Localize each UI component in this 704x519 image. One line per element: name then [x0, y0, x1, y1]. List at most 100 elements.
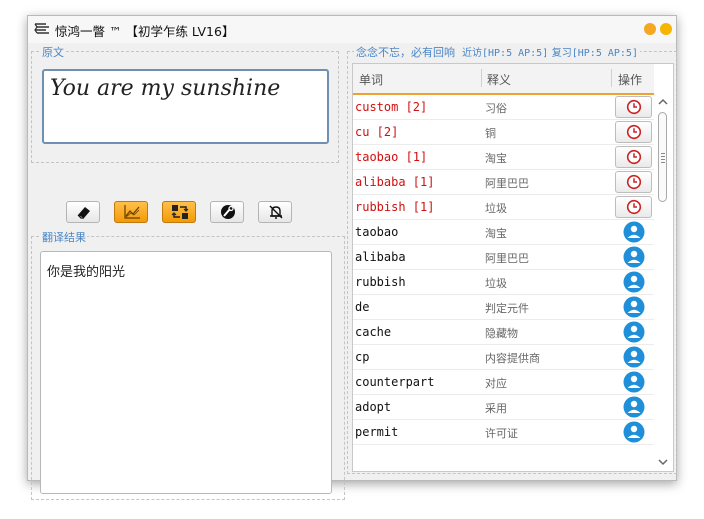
review-clock-button[interactable]: [615, 96, 652, 118]
clear-button[interactable]: [66, 201, 100, 223]
meaning-cell: 阿里巴巴: [485, 177, 529, 190]
clock-icon: [626, 174, 642, 190]
vertical-scrollbar[interactable]: [654, 95, 672, 471]
header-action[interactable]: 操作: [618, 71, 642, 88]
clock-icon: [626, 124, 642, 140]
scrollbar-thumb[interactable]: [658, 112, 667, 202]
window-title: 惊鸿一瞥 ™ 【初学乍练 LV16】: [55, 24, 235, 39]
table-row[interactable]: taobao [1] 淘宝: [353, 145, 654, 170]
wrench-icon: [221, 205, 235, 219]
review-clock-button[interactable]: [615, 121, 652, 143]
scroll-up-icon[interactable]: [657, 97, 669, 107]
left-pane: 原文 You are my sunshine 翻译结果 你是我的阳光: [28, 43, 345, 500]
wrench-button[interactable]: [210, 201, 244, 223]
scrollbar-grip: [661, 153, 665, 165]
user-icon[interactable]: [623, 421, 645, 443]
clock-icon: [626, 149, 642, 165]
word-cell: rubbish: [355, 275, 406, 289]
user-icon[interactable]: [623, 321, 645, 343]
translation-output[interactable]: 你是我的阳光: [40, 251, 332, 494]
source-group: 原文 You are my sunshine: [31, 44, 339, 163]
table-row[interactable]: cu [2] 铜: [353, 120, 654, 145]
result-label: 翻译结果: [41, 229, 87, 245]
clock-icon: [626, 199, 642, 215]
meaning-cell: 隐藏物: [485, 327, 518, 340]
table-row[interactable]: counterpart 对应: [353, 370, 654, 395]
app-window: 惊鸿一瞥 ™ 【初学乍练 LV16】 原文 You are my sunshin…: [27, 15, 677, 500]
user-icon[interactable]: [623, 246, 645, 268]
mute-button[interactable]: [258, 201, 292, 223]
motto-text: 念念不忘，必有回响: [356, 46, 455, 59]
word-cell: alibaba [1]: [355, 175, 435, 189]
table-row[interactable]: cache 隐藏物: [353, 320, 654, 345]
shuffle-button[interactable]: [162, 201, 196, 223]
table-row[interactable]: alibaba [1] 阿里巴巴: [353, 170, 654, 195]
chart-icon: [124, 205, 140, 219]
user-icon[interactable]: [623, 271, 645, 293]
table-row[interactable]: taobao 淘宝: [353, 220, 654, 245]
minimize-button[interactable]: [644, 23, 656, 35]
word-cell: cache: [355, 325, 392, 339]
clock-icon: [626, 99, 642, 115]
meaning-cell: 内容提供商: [485, 352, 540, 365]
table-row[interactable]: alibaba 阿里巴巴: [353, 245, 654, 270]
meaning-cell: 淘宝: [485, 152, 507, 165]
word-table: 单词 释义 操作 custom [2] 习俗 cu [2] 铜 taobao [1] 淘宝…: [352, 63, 674, 472]
scroll-down-icon[interactable]: [657, 457, 669, 467]
meaning-cell: 对应: [485, 377, 507, 390]
review-clock-button[interactable]: [615, 171, 652, 193]
meaning-cell: 铜: [485, 127, 496, 140]
word-cell: rubbish [1]: [355, 200, 435, 214]
word-cell: counterpart: [355, 375, 435, 389]
table-row[interactable]: adopt 采用: [353, 395, 654, 420]
meaning-cell: 习俗: [485, 102, 507, 115]
result-group: 翻译结果 你是我的阳光: [31, 229, 345, 500]
header-word[interactable]: 单词: [359, 71, 383, 88]
review-clock-button[interactable]: [615, 196, 652, 218]
recent-status[interactable]: 近访[HP:5 AP:5]: [462, 48, 548, 59]
meaning-cell: 垃圾: [485, 277, 507, 290]
meaning-cell: 许可证: [485, 427, 518, 440]
meaning-cell: 判定元件: [485, 302, 529, 315]
review-clock-button[interactable]: [615, 146, 652, 168]
word-cell: taobao: [355, 225, 399, 239]
meaning-cell: 阿里巴巴: [485, 252, 529, 265]
word-cell: adopt: [355, 400, 392, 414]
header-divider: [611, 69, 612, 87]
right-pane: 念念不忘，必有回响 近访[HP:5 AP:5] 复习[HP:5 AP:5] 单词…: [346, 43, 677, 481]
chart-button[interactable]: [114, 201, 148, 223]
table-header: 单词 释义 操作: [353, 64, 654, 95]
table-row[interactable]: de 判定元件: [353, 295, 654, 320]
source-text-input[interactable]: You are my sunshine: [42, 69, 329, 144]
word-cell: taobao [1]: [355, 150, 428, 164]
table-body: custom [2] 习俗 cu [2] 铜 taobao [1] 淘宝 alibaba […: [353, 95, 654, 445]
word-cell: de: [355, 300, 370, 314]
status-line: 念念不忘，必有回响 近访[HP:5 AP:5] 复习[HP:5 AP:5]: [354, 44, 640, 60]
word-cell: alibaba: [355, 250, 406, 264]
meaning-cell: 垃圾: [485, 202, 507, 215]
review-status[interactable]: 复习[HP:5 AP:5]: [552, 48, 638, 59]
table-row[interactable]: rubbish 垃圾: [353, 270, 654, 295]
close-button[interactable]: [660, 23, 672, 35]
table-row[interactable]: rubbish [1] 垃圾: [353, 195, 654, 220]
table-row[interactable]: permit 许可证: [353, 420, 654, 445]
table-row[interactable]: cp 内容提供商: [353, 345, 654, 370]
header-meaning[interactable]: 释义: [487, 71, 511, 88]
user-icon[interactable]: [623, 346, 645, 368]
table-row[interactable]: custom [2] 习俗: [353, 95, 654, 120]
meaning-cell: 采用: [485, 402, 507, 415]
source-label: 原文: [41, 44, 65, 60]
user-icon[interactable]: [623, 396, 645, 418]
word-list-group: 念念不忘，必有回响 近访[HP:5 AP:5] 复习[HP:5 AP:5] 单词…: [347, 44, 677, 474]
user-icon[interactable]: [623, 221, 645, 243]
word-cell: cp: [355, 350, 370, 364]
meaning-cell: 淘宝: [485, 227, 507, 240]
mute-icon: [269, 205, 283, 219]
user-icon[interactable]: [623, 296, 645, 318]
word-cell: custom [2]: [355, 100, 428, 114]
word-cell: cu [2]: [355, 125, 399, 139]
header-divider: [481, 69, 482, 87]
user-icon[interactable]: [623, 371, 645, 393]
app-logo-icon: [34, 23, 49, 34]
title-bar: 惊鸿一瞥 ™ 【初学乍练 LV16】: [28, 16, 676, 43]
